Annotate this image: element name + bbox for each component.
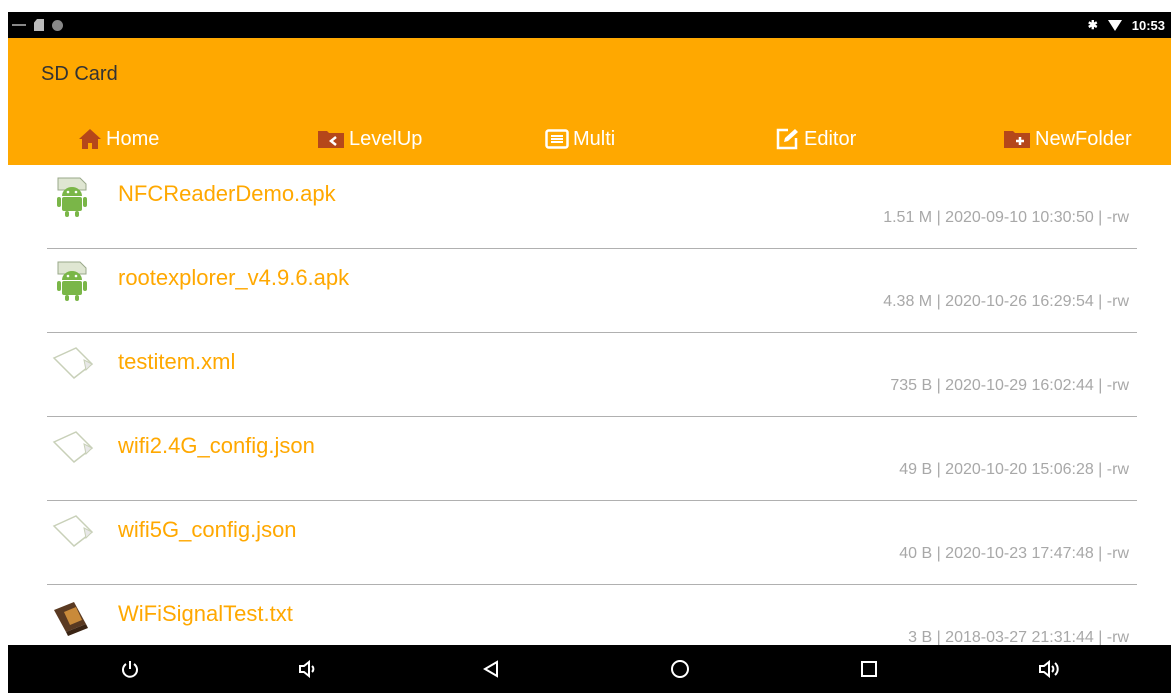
new-folder-label: NewFolder — [1035, 127, 1132, 150]
sd-card-icon — [34, 19, 44, 31]
file-meta: 49 B | 2020-10-20 15:06:28 | -rw — [899, 461, 1129, 478]
file-row[interactable]: NFCReaderDemo.apk 1.51 M | 2020-09-10 10… — [47, 165, 1137, 249]
status-time: 10:53 — [1131, 17, 1165, 33]
bluetooth-icon: ✱ — [1087, 18, 1098, 32]
levelup-label: LevelUp — [349, 127, 423, 150]
multi-button[interactable]: Multi — [545, 122, 615, 156]
volume-up-button[interactable] — [1030, 645, 1070, 693]
file-list: NFCReaderDemo.apk 1.51 M | 2020-09-10 10… — [47, 165, 1137, 668]
file-row[interactable]: wifi5G_config.json 40 B | 2020-10-23 17:… — [47, 501, 1137, 585]
edit-icon — [776, 128, 798, 150]
home-label: Home — [106, 127, 160, 150]
power-button[interactable] — [110, 645, 150, 693]
file-meta: 1.51 M | 2020-09-10 10:30:50 | -rw — [883, 209, 1129, 226]
toolbar: Home LevelUp Multi Editor NewFolder — [8, 122, 1171, 156]
list-icon — [545, 129, 569, 149]
android-apk-icon — [57, 177, 87, 217]
file-meta: 40 B | 2020-10-23 17:47:48 | -rw — [899, 545, 1129, 562]
recents-button[interactable] — [849, 645, 889, 693]
back-icon — [483, 660, 498, 678]
app-header: SD Card Home LevelUp Multi Editor NewFol… — [8, 38, 1171, 165]
volume-down-icon — [299, 660, 315, 678]
file-name: wifi5G_config.json — [118, 517, 297, 542]
notification-dot-icon — [52, 19, 63, 31]
generic-file-icon — [52, 515, 94, 547]
new-folder-icon — [1004, 131, 1030, 148]
android-apk-icon — [57, 261, 87, 301]
home-button[interactable]: Home — [78, 122, 159, 156]
generic-file-icon — [52, 431, 94, 463]
home-circle-icon — [671, 660, 689, 678]
status-bar: ✱ 10:53 — [8, 12, 1171, 38]
file-row[interactable]: testitem.xml 735 B | 2020-10-29 16:02:44… — [47, 333, 1137, 417]
file-name: testitem.xml — [118, 349, 236, 374]
minus-icon — [12, 24, 26, 26]
recents-icon — [861, 661, 877, 677]
file-row[interactable]: wifi2.4G_config.json 49 B | 2020-10-20 1… — [47, 417, 1137, 501]
file-meta: 4.38 M | 2020-10-26 16:29:54 | -rw — [883, 293, 1129, 310]
file-name: rootexplorer_v4.9.6.apk — [118, 265, 350, 290]
editor-button[interactable]: Editor — [776, 122, 856, 156]
wifi-icon — [1107, 19, 1122, 31]
file-meta: 735 B | 2020-10-29 16:02:44 | -rw — [890, 377, 1129, 394]
file-name: WiFiSignalTest.txt — [118, 601, 293, 626]
status-right: ✱ 10:53 — [1088, 12, 1165, 38]
file-row[interactable]: rootexplorer_v4.9.6.apk 4.38 M | 2020-10… — [47, 249, 1137, 333]
editor-label: Editor — [804, 127, 857, 150]
home-icon — [79, 129, 101, 149]
volume-up-icon — [1039, 660, 1059, 678]
power-icon — [122, 661, 138, 678]
back-button[interactable] — [471, 645, 511, 693]
volume-down-button[interactable] — [288, 645, 328, 693]
status-left — [8, 12, 63, 38]
page-title: SD Card — [41, 63, 118, 85]
folder-up-icon — [318, 131, 344, 148]
file-name: wifi2.4G_config.json — [118, 433, 315, 458]
new-folder-button[interactable]: NewFolder — [1003, 122, 1132, 156]
text-file-icon — [54, 602, 88, 636]
home-nav-button[interactable] — [660, 645, 700, 693]
file-name: NFCReaderDemo.apk — [118, 181, 336, 206]
navigation-bar — [8, 645, 1171, 693]
generic-file-icon — [52, 347, 94, 379]
levelup-button[interactable]: LevelUp — [317, 122, 422, 156]
multi-label: Multi — [573, 127, 616, 150]
